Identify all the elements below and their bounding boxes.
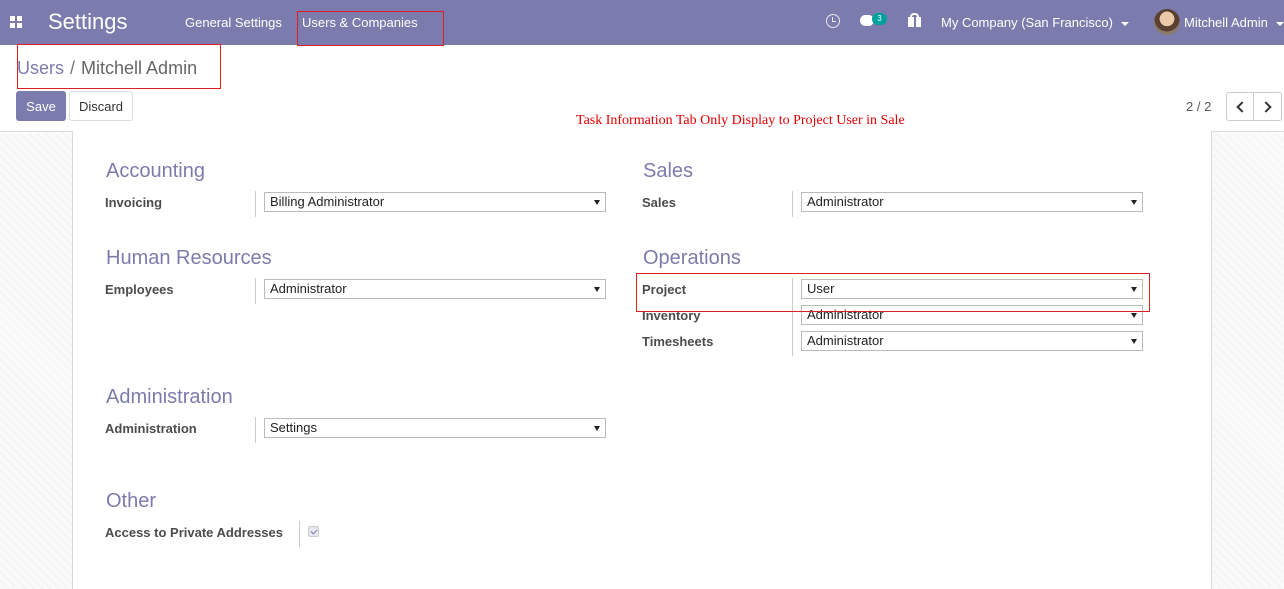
- invoicing-select[interactable]: Billing Administrator: [264, 192, 606, 212]
- breadcrumb: Users / Mitchell Admin: [17, 58, 197, 79]
- label-sales: Sales: [642, 195, 676, 210]
- dropdown-arrow-icon: [594, 426, 600, 431]
- caret-down-icon: [1275, 21, 1284, 26]
- label-administration: Administration: [105, 421, 197, 436]
- sales-select[interactable]: Administrator: [801, 192, 1143, 212]
- breadcrumb-users-link[interactable]: Users: [17, 58, 64, 78]
- administration-select[interactable]: Settings: [264, 418, 606, 438]
- discard-button[interactable]: Discard: [69, 91, 133, 121]
- private-addresses-checkbox[interactable]: [308, 526, 319, 537]
- breadcrumb-separator: /: [70, 58, 76, 78]
- label-employees: Employees: [105, 282, 174, 297]
- company-switcher[interactable]: My Company (San Francisco): [941, 15, 1129, 30]
- chevron-left-icon: [1235, 100, 1248, 113]
- caret-down-icon: [1120, 21, 1129, 26]
- divider: [255, 191, 256, 217]
- divider: [255, 278, 256, 304]
- app-title: Settings: [48, 9, 128, 34]
- chat-count-badge: 3: [872, 13, 887, 25]
- pager-previous-button[interactable]: [1226, 92, 1254, 121]
- user-menu[interactable]: Mitchell Admin: [1184, 15, 1284, 30]
- pager-next-button[interactable]: [1254, 92, 1282, 121]
- label-timesheets: Timesheets: [642, 334, 714, 349]
- annotation-note: Task Information Tab Only Display to Pro…: [576, 113, 905, 128]
- divider: [792, 191, 793, 217]
- user-name: Mitchell Admin: [1184, 15, 1268, 30]
- activity-clock-icon[interactable]: [826, 14, 840, 28]
- dropdown-arrow-icon: [1131, 313, 1137, 318]
- chevron-right-icon: [1260, 100, 1272, 113]
- apps-menu-icon[interactable]: [10, 16, 22, 28]
- employees-select[interactable]: Administrator: [264, 279, 606, 299]
- dropdown-arrow-icon: [1131, 200, 1137, 205]
- group-title-human-resources: Human Resources: [106, 247, 272, 269]
- highlight-project-field: [636, 273, 1150, 312]
- dropdown-arrow-icon: [594, 287, 600, 292]
- dropdown-arrow-icon: [1131, 339, 1137, 344]
- employees-value: Administrator: [270, 281, 347, 296]
- save-button[interactable]: Save: [16, 91, 66, 121]
- user-avatar[interactable]: [1154, 9, 1180, 35]
- group-title-accounting: Accounting: [106, 160, 205, 182]
- pager-counter: 2 / 2: [1186, 99, 1212, 114]
- divider: [255, 417, 256, 443]
- breadcrumb-current: Mitchell Admin: [81, 58, 198, 78]
- administration-value: Settings: [270, 420, 317, 435]
- group-title-administration: Administration: [106, 386, 233, 408]
- gift-icon[interactable]: [908, 13, 921, 27]
- company-name: My Company (San Francisco): [941, 15, 1113, 30]
- timesheets-select[interactable]: Administrator: [801, 331, 1143, 351]
- invoicing-value: Billing Administrator: [270, 194, 385, 209]
- dropdown-arrow-icon: [594, 200, 600, 205]
- top-navbar: Settings General Settings Users & Compan…: [0, 0, 1284, 45]
- highlight-users-companies: [297, 11, 444, 46]
- divider: [299, 521, 300, 547]
- group-title-sales: Sales: [643, 160, 694, 182]
- label-invoicing: Invoicing: [105, 195, 163, 210]
- label-private-addresses: Access to Private Addresses: [105, 525, 284, 540]
- menu-general-settings[interactable]: General Settings: [185, 15, 282, 30]
- group-title-operations: Operations: [643, 247, 741, 269]
- group-title-other: Other: [106, 490, 157, 512]
- sales-value: Administrator: [807, 194, 884, 209]
- timesheets-value: Administrator: [807, 333, 884, 348]
